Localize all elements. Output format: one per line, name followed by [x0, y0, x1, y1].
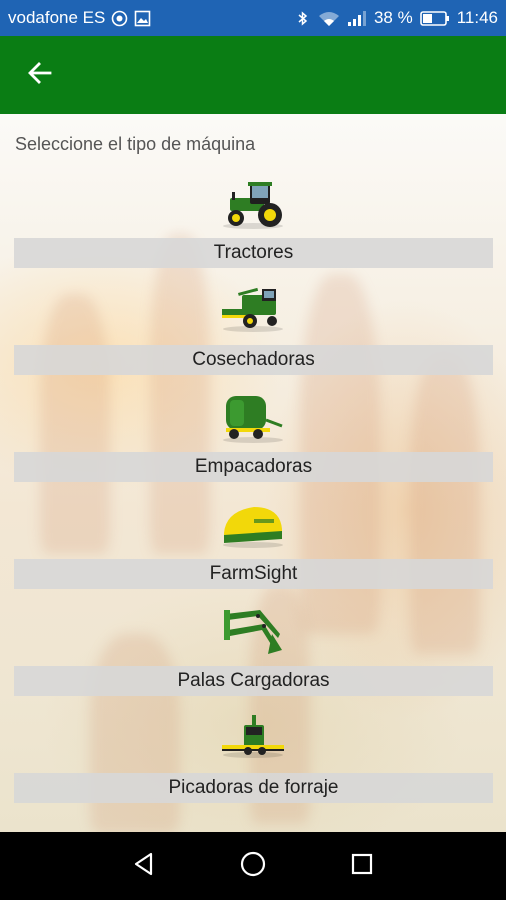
- battery-icon: [419, 10, 450, 27]
- farmsight-receiver-icon: [220, 497, 286, 553]
- battery-percent: 38 %: [373, 8, 413, 27]
- baler-icon: [220, 390, 286, 446]
- tractor-icon: [220, 176, 286, 232]
- image-notification-icon: [134, 10, 151, 27]
- carrier-name: vodafone ES: [8, 8, 106, 27]
- machine-type-list: Seleccione el tipo de máquina Tractores: [0, 114, 506, 832]
- machine-item-farmsight[interactable]: FarmSight: [0, 497, 506, 604]
- clock: 11:46: [456, 8, 498, 27]
- machine-label: Tractores: [14, 238, 493, 268]
- machine-item-cosechadoras[interactable]: Cosechadoras: [0, 283, 506, 390]
- machine-label: Cosechadoras: [14, 345, 493, 375]
- machine-label: Palas Cargadoras: [14, 666, 493, 696]
- navigation-bar: [0, 832, 506, 900]
- nav-home-button[interactable]: [233, 846, 273, 886]
- nav-back-button[interactable]: [124, 846, 164, 886]
- carrier-badge-icon: [111, 10, 128, 27]
- home-circle-icon: [239, 850, 267, 883]
- back-button[interactable]: [20, 55, 60, 95]
- nav-recents-button[interactable]: [342, 846, 382, 886]
- machine-label: Picadoras de forraje: [14, 773, 493, 803]
- app-bar: [0, 36, 506, 114]
- machine-item-picadoras-de-forraje[interactable]: Picadoras de forraje: [0, 711, 506, 818]
- wifi-icon: [318, 10, 340, 27]
- front-loader-icon: [220, 604, 286, 660]
- machine-label: Empacadoras: [14, 452, 493, 482]
- instruction-text: Seleccione el tipo de máquina: [15, 134, 256, 154]
- combine-harvester-icon: [220, 283, 286, 339]
- bluetooth-icon: [294, 10, 311, 27]
- recents-square-icon: [350, 852, 374, 881]
- back-triangle-icon: [131, 851, 157, 882]
- machine-item-tractores[interactable]: Tractores: [0, 176, 506, 283]
- machine-item-palas-cargadoras[interactable]: Palas Cargadoras: [0, 604, 506, 711]
- signal-icon: [347, 10, 367, 27]
- arrow-left-icon: [27, 60, 53, 91]
- machine-label: FarmSight: [14, 559, 493, 589]
- forage-harvester-icon: [220, 711, 286, 767]
- machine-item-empacadoras[interactable]: Empacadoras: [0, 390, 506, 497]
- status-bar: vodafone ES 38 % 11:46: [0, 0, 506, 36]
